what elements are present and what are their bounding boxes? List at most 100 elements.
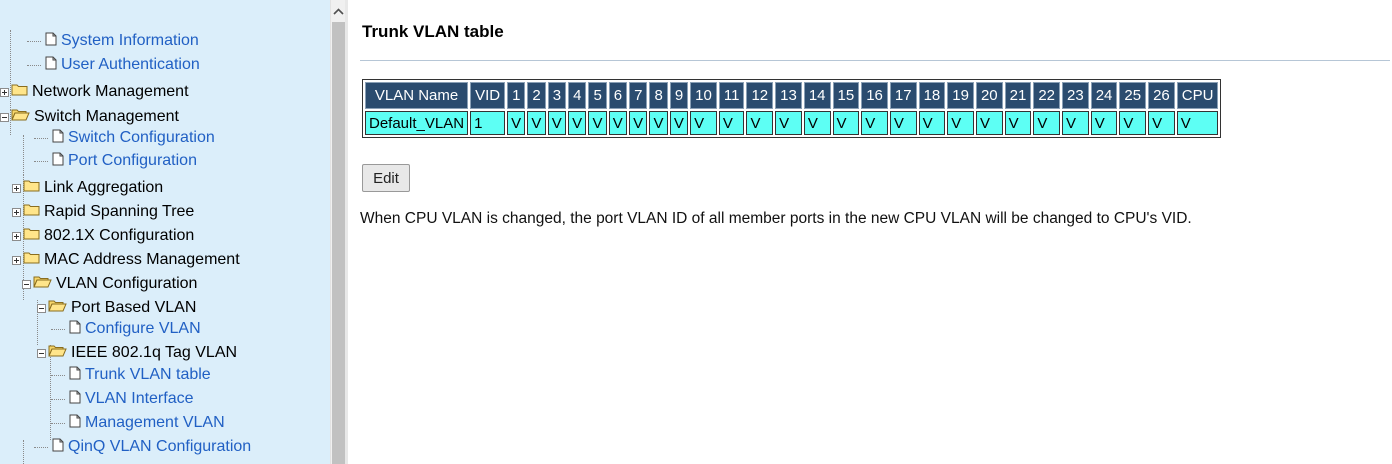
table-cell: V bbox=[507, 111, 526, 135]
dotted-branch bbox=[51, 374, 65, 376]
folder-icon bbox=[23, 201, 40, 223]
table-cell: V bbox=[947, 111, 974, 135]
tree-item-configure-vlan[interactable]: Configure VLAN bbox=[51, 318, 201, 340]
column-header: 24 bbox=[1090, 82, 1118, 109]
tree-item-trunk-vlan-table[interactable]: Trunk VLAN table bbox=[51, 364, 211, 386]
column-header: 23 bbox=[1062, 82, 1089, 109]
column-header: 12 bbox=[746, 82, 774, 109]
expand-icon[interactable] bbox=[12, 255, 21, 265]
tree-item-label: IEEE 802.1q Tag VLAN bbox=[71, 344, 238, 361]
table-cell: V bbox=[669, 111, 689, 135]
column-header: 21 bbox=[1004, 82, 1032, 109]
column-header: 2 bbox=[527, 82, 546, 109]
column-header: CPU bbox=[1176, 82, 1219, 109]
collapse-icon[interactable] bbox=[22, 279, 31, 289]
tree-item-label: Link Aggregation bbox=[44, 179, 164, 196]
table-cell: V bbox=[1176, 111, 1219, 135]
column-header: 26 bbox=[1148, 82, 1175, 109]
column-header: 14 bbox=[803, 82, 831, 109]
expand-icon[interactable] bbox=[12, 183, 21, 193]
expand-icon[interactable] bbox=[12, 207, 21, 217]
dotted-branch bbox=[51, 328, 65, 330]
tree-item-rapid-spanning-tree[interactable]: Rapid Spanning Tree bbox=[12, 201, 194, 223]
tree-item-802-1x-configuration[interactable]: 802.1X Configuration bbox=[12, 225, 194, 247]
column-header: VID bbox=[470, 82, 506, 109]
table-cell: V bbox=[1033, 111, 1060, 135]
table-cell: V bbox=[803, 111, 831, 135]
dotted-branch bbox=[34, 137, 48, 139]
document-icon bbox=[45, 31, 57, 53]
tree-item-network-management[interactable]: Network Management bbox=[0, 81, 189, 103]
tree-item-port-based-vlan[interactable]: Port Based VLAN bbox=[37, 297, 196, 319]
table-cell: V bbox=[1090, 111, 1118, 135]
table-cell: V bbox=[608, 111, 628, 135]
table-cell: V bbox=[775, 111, 802, 135]
collapse-icon[interactable] bbox=[37, 303, 46, 313]
column-header: 3 bbox=[547, 82, 567, 109]
tree-item-link-aggregation[interactable]: Link Aggregation bbox=[12, 177, 163, 199]
document-icon bbox=[52, 151, 64, 173]
tree-connector-line bbox=[23, 440, 24, 464]
collapse-icon[interactable] bbox=[37, 348, 46, 358]
dotted-branch bbox=[34, 446, 48, 448]
tree-item-vlan-interface[interactable]: VLAN Interface bbox=[51, 388, 194, 410]
table-cell: Default_VLAN bbox=[365, 111, 469, 135]
table-header-row: VLAN Name VID 1 2 3 4 5 6 7 8 9 10 11 12 13 14 15 16 17 18 1… bbox=[365, 82, 1219, 109]
tree-item-label: QinQ VLAN Configuration bbox=[68, 438, 252, 455]
folder-icon bbox=[11, 81, 28, 103]
table-cell: V bbox=[889, 111, 917, 135]
tree-item-mac-address-management[interactable]: MAC Address Management bbox=[12, 249, 240, 271]
dotted-branch bbox=[51, 422, 65, 424]
tree-item-switch-configuration[interactable]: Switch Configuration bbox=[34, 127, 215, 149]
tree-item-user-authentication[interactable]: User Authentication bbox=[27, 54, 200, 76]
dotted-branch bbox=[27, 64, 41, 66]
tree-item-label: MAC Address Management bbox=[44, 251, 240, 268]
cpu-vlan-note: When CPU VLAN is changed, the port VLAN … bbox=[360, 210, 1192, 227]
tree-item-label: Switch Configuration bbox=[68, 129, 215, 146]
scroll-thumb[interactable] bbox=[332, 22, 345, 464]
tree-item-qinq-vlan-configuration[interactable]: QinQ VLAN Configuration bbox=[34, 436, 251, 458]
tree-item-system-information[interactable]: System Information bbox=[27, 30, 199, 52]
table-cell: V bbox=[832, 111, 860, 135]
trunk-vlan-table: VLAN Name VID 1 2 3 4 5 6 7 8 9 10 11 12 13 14 15 16 17 18 1… bbox=[362, 79, 1222, 138]
expand-icon[interactable] bbox=[0, 87, 9, 97]
tree-item-label: VLAN Interface bbox=[85, 390, 194, 407]
edit-button[interactable]: Edit bbox=[362, 164, 410, 192]
tree-item-label: Management VLAN bbox=[85, 414, 225, 431]
tree-item-management-vlan[interactable]: Management VLAN bbox=[51, 412, 225, 434]
table-cell: V bbox=[746, 111, 774, 135]
folder-icon bbox=[23, 177, 40, 199]
tree-item-port-configuration[interactable]: Port Configuration bbox=[34, 150, 197, 172]
tree-item-label: System Information bbox=[61, 32, 199, 49]
document-icon bbox=[52, 437, 64, 459]
tree-item-label: Port Based VLAN bbox=[71, 299, 197, 316]
expand-icon[interactable] bbox=[12, 231, 21, 241]
tree-connector-line bbox=[23, 135, 24, 175]
folder-open-icon bbox=[33, 273, 52, 295]
tree-scrollbar[interactable] bbox=[330, 0, 345, 464]
dotted-branch bbox=[51, 398, 65, 400]
table-cell: V bbox=[861, 111, 888, 135]
table-cell: V bbox=[629, 111, 648, 135]
column-header: 16 bbox=[861, 82, 888, 109]
tree-item-label: Configure VLAN bbox=[85, 320, 201, 337]
collapse-icon[interactable] bbox=[0, 112, 9, 122]
tree-item-label: Trunk VLAN table bbox=[85, 366, 211, 383]
document-icon bbox=[45, 55, 57, 77]
document-icon bbox=[69, 319, 81, 341]
table-cell: V bbox=[527, 111, 546, 135]
column-header: 11 bbox=[718, 82, 745, 109]
folder-open-icon bbox=[11, 106, 30, 128]
tree-item-ieee-802-1q-tag-vlan[interactable]: IEEE 802.1q Tag VLAN bbox=[37, 342, 237, 364]
table-cell: V bbox=[1119, 111, 1147, 135]
table-cell: V bbox=[547, 111, 567, 135]
tree-item-vlan-configuration[interactable]: VLAN Configuration bbox=[22, 273, 197, 295]
content-pane: Trunk VLAN table VLAN Name VID 1 2 3 4 5 6 7 8 9 10… bbox=[348, 0, 1392, 464]
table-cell: V bbox=[718, 111, 745, 135]
tree-item-switch-management[interactable]: Switch Management bbox=[0, 106, 179, 128]
scroll-up-button[interactable] bbox=[331, 0, 346, 22]
column-header: 9 bbox=[669, 82, 689, 109]
column-header: 18 bbox=[918, 82, 946, 109]
document-icon bbox=[69, 389, 81, 411]
column-header: 7 bbox=[629, 82, 648, 109]
